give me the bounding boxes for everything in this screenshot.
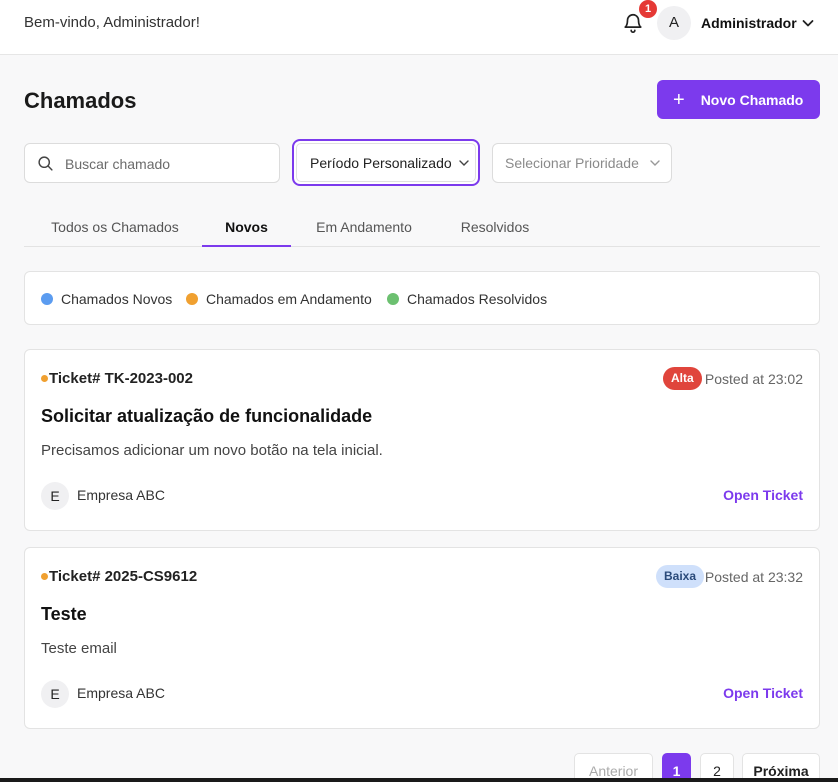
plus-icon: + bbox=[673, 88, 685, 111]
page-title: Chamados bbox=[24, 88, 137, 113]
company-name: Empresa ABC bbox=[77, 487, 165, 503]
top-bar: Bem-vindo, Administrador! 1 A Administra… bbox=[0, 0, 838, 55]
new-ticket-button[interactable]: + Novo Chamado bbox=[657, 80, 820, 119]
notification-count-badge: 1 bbox=[639, 0, 657, 18]
priority-select-placeholder: Selecionar Prioridade bbox=[505, 155, 639, 171]
status-dot bbox=[41, 375, 48, 382]
search-icon bbox=[38, 156, 53, 171]
ticket-description: Teste email bbox=[41, 640, 117, 657]
status-dot bbox=[41, 573, 48, 580]
ticket-id: Ticket# 2025-CS9612 bbox=[49, 568, 198, 585]
priority-select[interactable]: Selecionar Prioridade bbox=[492, 143, 672, 183]
welcome-message: Bem-vindo, Administrador! bbox=[24, 14, 200, 31]
legend-item-resolved: Chamados Resolvidos bbox=[387, 291, 547, 307]
legend-label: Chamados Novos bbox=[61, 291, 173, 307]
tab-all[interactable]: Todos os Chamados bbox=[24, 207, 206, 247]
tab-new[interactable]: Novos bbox=[202, 207, 291, 247]
legend-dot bbox=[186, 293, 198, 305]
ticket-id: Ticket# TK-2023-002 bbox=[49, 370, 193, 387]
tab-resolved[interactable]: Resolvidos bbox=[443, 207, 547, 247]
open-ticket-link[interactable]: Open Ticket bbox=[723, 487, 803, 503]
avatar[interactable]: A bbox=[657, 6, 691, 40]
legend-label: Chamados em Andamento bbox=[206, 291, 372, 307]
ticket-title: Solicitar atualização de funcionalidade bbox=[41, 406, 373, 426]
status-legend: Chamados Novos Chamados em Andamento Cha… bbox=[24, 271, 820, 325]
company-avatar: E bbox=[41, 680, 69, 708]
ticket-posted-time: Posted at 23:02 bbox=[704, 371, 803, 387]
ticket-card: Ticket# TK-2023-002 Alta Posted at 23:02… bbox=[24, 349, 820, 531]
period-select-value: Período Personalizado bbox=[310, 154, 452, 171]
search-box bbox=[24, 143, 280, 183]
chevron-down-icon[interactable] bbox=[800, 15, 816, 31]
ticket-posted-time: Posted at 23:32 bbox=[704, 569, 803, 585]
priority-badge: Baixa bbox=[656, 565, 705, 588]
search-input[interactable] bbox=[65, 152, 270, 176]
period-select-inner: Período Personalizado bbox=[296, 143, 476, 182]
legend-dot bbox=[387, 293, 399, 305]
open-ticket-link[interactable]: Open Ticket bbox=[723, 685, 803, 701]
ticket-description: Precisamos adicionar um novo botão na te… bbox=[41, 442, 383, 459]
company-name: Empresa ABC bbox=[77, 685, 165, 701]
chevron-down-icon bbox=[458, 159, 469, 166]
company-avatar: E bbox=[41, 482, 69, 510]
ticket-tabs: Todos os Chamados Novos Em Andamento Res… bbox=[24, 207, 820, 247]
period-select[interactable]: Período Personalizado bbox=[292, 139, 480, 186]
ticket-card: Ticket# 2025-CS9612 Baixa Posted at 23:3… bbox=[24, 547, 820, 729]
user-name[interactable]: Administrador bbox=[701, 15, 797, 31]
new-ticket-button-label: Novo Chamado bbox=[700, 91, 804, 108]
tab-in-progress[interactable]: Em Andamento bbox=[299, 207, 429, 247]
bottom-edge bbox=[0, 778, 838, 782]
chevron-down-icon bbox=[650, 160, 660, 166]
priority-badge: Alta bbox=[663, 367, 702, 390]
ticket-title: Teste bbox=[41, 604, 87, 624]
legend-dot bbox=[41, 293, 53, 305]
legend-item-in-progress: Chamados em Andamento bbox=[186, 291, 372, 307]
legend-item-new: Chamados Novos bbox=[41, 291, 172, 307]
legend-label: Chamados Resolvidos bbox=[407, 291, 548, 307]
